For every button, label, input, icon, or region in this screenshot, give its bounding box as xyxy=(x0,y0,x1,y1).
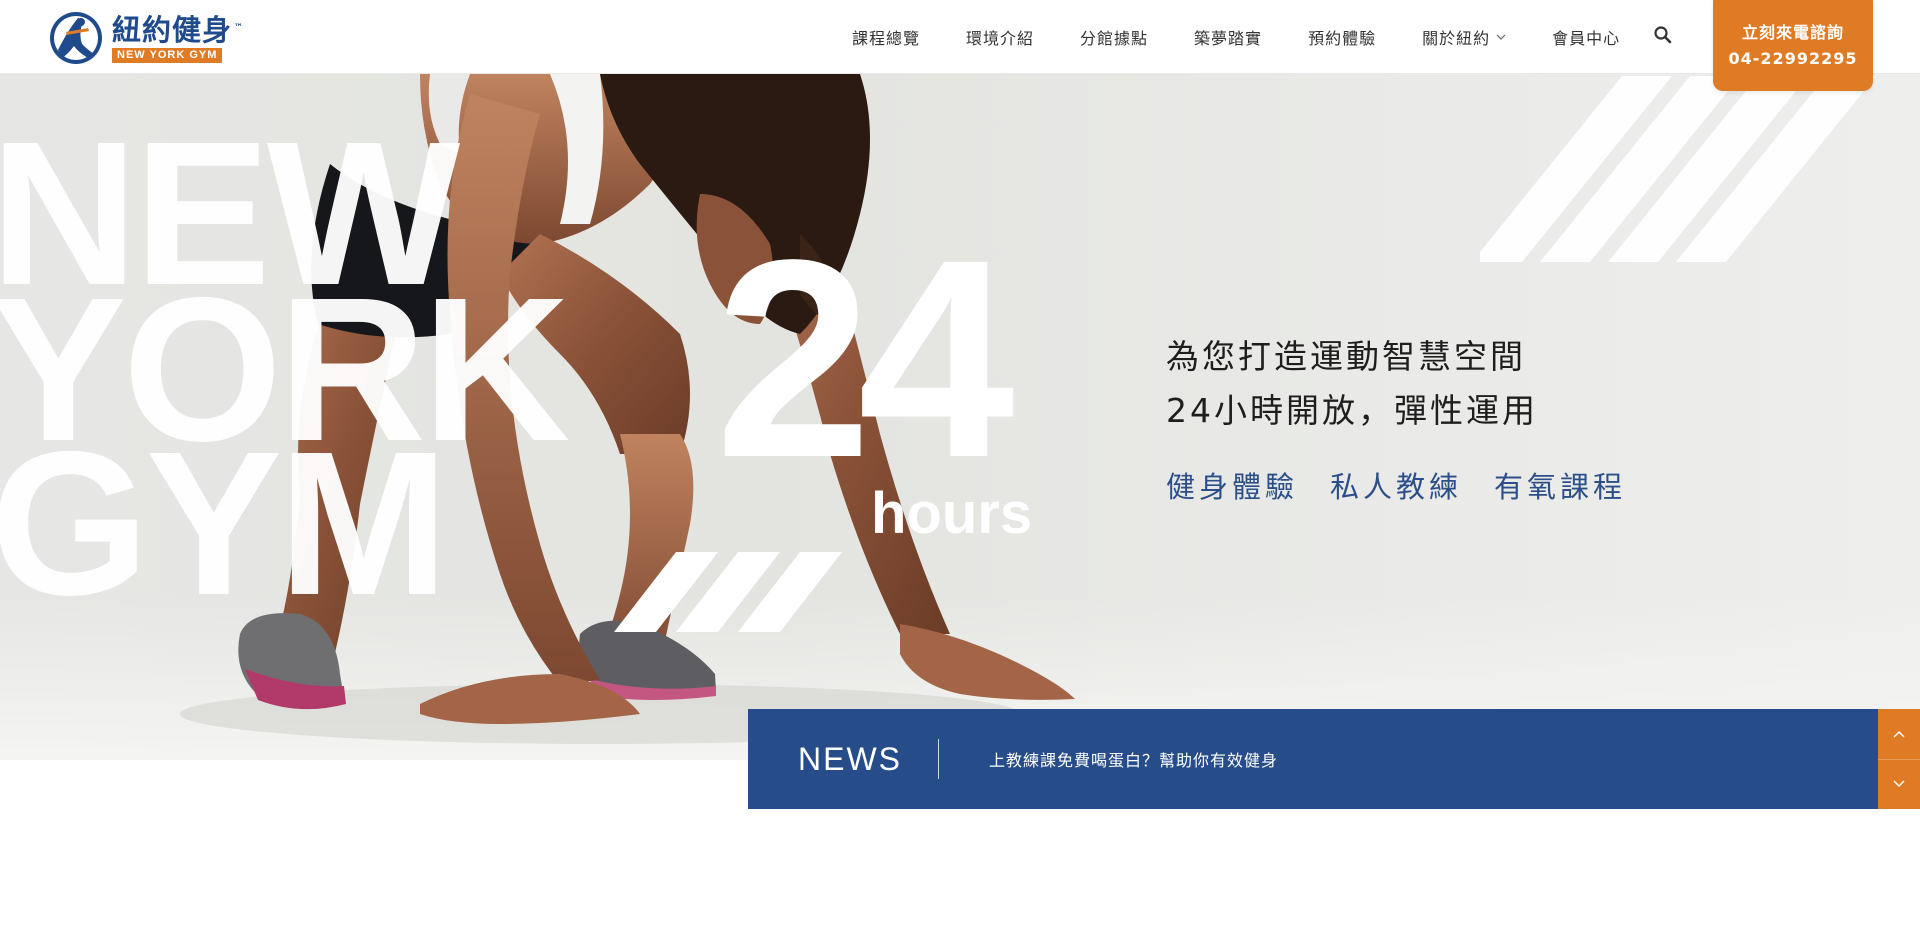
news-divider xyxy=(938,739,939,779)
chevron-up-icon xyxy=(1893,730,1905,738)
nav-item-about-label: 關於紐約 xyxy=(1422,29,1491,48)
decorative-stripes-middle xyxy=(614,552,842,632)
hero-word-gym: GYM xyxy=(0,409,449,638)
site-header: 紐約健身 ™ NEW YORK GYM 課程總覽 環境介紹 分館據點 築夢踏實 預… xyxy=(0,0,1920,74)
news-ticker: NEWS 上教練課免費喝蛋白？幫助你有效健身 xyxy=(748,709,1878,809)
service-personal-trainer: 私人教練 xyxy=(1330,470,1463,504)
hero-tagline: 為您打造運動智慧空間 24小時開放，彈性運用 xyxy=(1166,330,1538,438)
hero-banner: NEW YORK GYM 24 hours 為您打造運動智慧空間 24小時開放，… xyxy=(0,74,1920,760)
chevron-down-icon xyxy=(1893,780,1905,788)
hero-tagline-line2: 24小時開放，彈性運用 xyxy=(1166,391,1538,430)
search-icon[interactable] xyxy=(1653,25,1673,45)
trademark-symbol: ™ xyxy=(234,22,245,33)
logo-wordmark: 紐約健身 ™ NEW YORK GYM xyxy=(112,12,245,63)
call-now-phone: 04-22992295 xyxy=(1728,48,1858,68)
main-nav: 課程總覽 環境介紹 分館據點 築夢踏實 預約體驗 關於紐約 會員中心 xyxy=(852,0,1620,74)
nav-item-booking[interactable]: 預約體驗 xyxy=(1308,25,1376,49)
nav-item-member-center[interactable]: 會員中心 xyxy=(1552,25,1620,49)
nav-item-environment[interactable]: 環境介紹 xyxy=(966,25,1034,49)
news-label: NEWS xyxy=(798,740,902,777)
logo-chinese-name: 紐約健身 ™ xyxy=(112,12,245,47)
runner-emblem-icon xyxy=(50,12,102,64)
news-next-button[interactable] xyxy=(1878,760,1920,810)
news-prev-button[interactable] xyxy=(1878,709,1920,760)
call-now-button[interactable]: 立刻來電諮詢 04-22992295 xyxy=(1713,0,1873,91)
hero-24-number: 24 xyxy=(715,201,1015,516)
decorative-stripes-top xyxy=(1480,76,1876,262)
service-fitness-trial: 健身體驗 xyxy=(1166,470,1299,504)
chevron-down-icon xyxy=(1496,34,1506,40)
nav-item-courses[interactable]: 課程總覽 xyxy=(852,25,920,49)
nav-item-dreams[interactable]: 築夢踏實 xyxy=(1194,25,1262,49)
news-headline-link[interactable]: 上教練課免費喝蛋白？幫助你有效健身 xyxy=(989,747,1278,771)
call-now-label: 立刻來電諮詢 xyxy=(1741,22,1844,42)
hero-hours-label: hours xyxy=(871,481,1033,546)
hero-tagline-line1: 為您打造運動智慧空間 xyxy=(1166,337,1526,376)
nav-item-about[interactable]: 關於紐約 xyxy=(1422,25,1506,49)
news-controls xyxy=(1878,709,1920,809)
logo-english-name: NEW YORK GYM xyxy=(112,47,223,63)
service-aerobic-classes: 有氧課程 xyxy=(1494,470,1627,504)
hero-services: 健身體驗 私人教練 有氧課程 xyxy=(1166,464,1658,506)
site-logo[interactable]: 紐約健身 ™ NEW YORK GYM xyxy=(48,10,258,66)
nav-item-branches[interactable]: 分館據點 xyxy=(1080,25,1148,49)
